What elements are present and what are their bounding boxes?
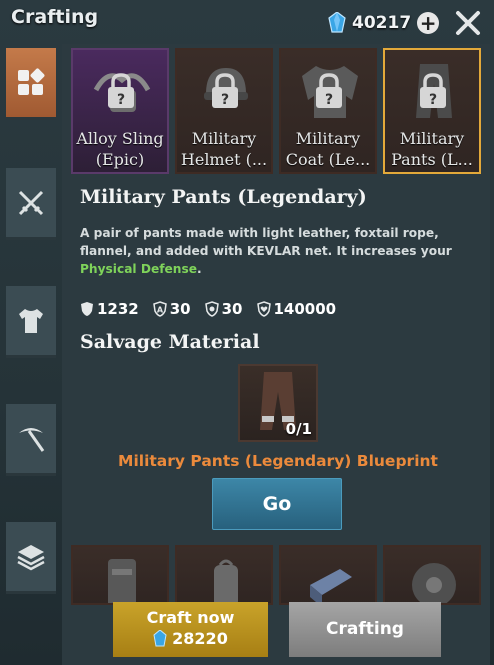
stat-value: 1232 bbox=[97, 300, 139, 318]
item-card-round-shield[interactable] bbox=[383, 545, 481, 605]
tab-all-categories[interactable] bbox=[6, 48, 56, 120]
item-label-line2: Helmet (... bbox=[180, 150, 268, 169]
craft-now-label: Craft now bbox=[146, 608, 235, 627]
item-label-line1: Military bbox=[399, 129, 465, 148]
plus-circle-icon[interactable]: + bbox=[417, 12, 440, 34]
item-label: Military Pants (L... bbox=[385, 128, 479, 170]
description-highlight: Physical Defense bbox=[80, 262, 198, 276]
tab-clothing[interactable] bbox=[6, 286, 56, 358]
currency-display: 40217 + bbox=[328, 10, 440, 36]
item-card-backpack[interactable] bbox=[175, 545, 273, 605]
description-text: A pair of pants made with light leather,… bbox=[80, 226, 452, 258]
lock-icon: ? bbox=[108, 73, 134, 108]
close-x-icon[interactable] bbox=[455, 10, 481, 36]
stat-durability: 140000 bbox=[256, 300, 337, 318]
pickaxe-icon bbox=[19, 427, 45, 452]
snowflake-shield-icon bbox=[204, 301, 219, 317]
item-label-line1: Military bbox=[191, 129, 257, 148]
item-label-line2: (Epic) bbox=[95, 150, 145, 169]
item-label-line1: Military bbox=[295, 129, 361, 148]
item-stats: 1232 A 30 30 140000 bbox=[80, 300, 350, 318]
tab-tools[interactable] bbox=[6, 404, 56, 476]
heart-shield-icon bbox=[256, 301, 271, 317]
shield-icon bbox=[81, 302, 93, 316]
crafting-window: Crafting 40217 + ? Alloy Sling (Epic) ? … bbox=[0, 0, 494, 665]
armor-a-icon: A bbox=[152, 301, 167, 317]
backpack-icon bbox=[214, 559, 238, 603]
svg-text:?: ? bbox=[325, 92, 333, 108]
blue-crystal-icon bbox=[153, 630, 167, 647]
item-label-line1: Alloy Sling bbox=[76, 129, 164, 148]
tshirt-icon bbox=[19, 308, 43, 333]
item-card-armor-vest[interactable] bbox=[71, 545, 169, 605]
material-count: 0/1 bbox=[285, 420, 312, 438]
shield-round-icon bbox=[412, 563, 456, 603]
description-end: . bbox=[197, 262, 202, 276]
go-button[interactable]: Go bbox=[212, 478, 342, 530]
item-label: Alloy Sling (Epic) bbox=[73, 128, 167, 170]
category-sidebar bbox=[6, 48, 56, 604]
item-card-alloy-sling[interactable]: ? Alloy Sling (Epic) bbox=[71, 48, 169, 174]
tab-materials[interactable] bbox=[6, 522, 56, 594]
item-description: A pair of pants made with light leather,… bbox=[80, 224, 480, 278]
blue-crystal-icon bbox=[328, 12, 346, 33]
currency-value: 40217 bbox=[352, 13, 412, 33]
item-label: Military Helmet (... bbox=[177, 128, 271, 170]
lock-icon: ? bbox=[212, 73, 238, 108]
craft-now-button[interactable]: Craft now 28220 bbox=[113, 602, 268, 657]
armor-vest-icon bbox=[108, 559, 136, 603]
stat-value: 30 bbox=[221, 300, 243, 318]
stat-physical-defense: 1232 bbox=[80, 300, 139, 318]
salvage-material-title: Salvage Material bbox=[80, 331, 260, 353]
stat-armor: A 30 bbox=[152, 300, 191, 318]
svg-text:?: ? bbox=[117, 92, 125, 108]
craft-cost-value: 28220 bbox=[172, 629, 228, 648]
tab-weapons[interactable] bbox=[6, 168, 56, 240]
item-card-military-helmet[interactable]: ? Military Helmet (... bbox=[175, 48, 273, 174]
svg-text:?: ? bbox=[221, 92, 229, 108]
item-label-line2: Pants (L... bbox=[391, 150, 473, 169]
blueprint-name: Military Pants (Legendary) Blueprint bbox=[118, 452, 438, 470]
brick-icon bbox=[310, 569, 352, 603]
lock-icon: ? bbox=[420, 73, 446, 108]
lock-icon: ? bbox=[316, 73, 342, 108]
item-detail-title: Military Pants (Legendary) bbox=[80, 186, 367, 208]
grid-squares-icon bbox=[18, 68, 45, 95]
item-card-brick[interactable] bbox=[279, 545, 377, 605]
craft-cost: 28220 bbox=[113, 629, 268, 648]
salvage-material-slot[interactable]: 0/1 bbox=[238, 364, 318, 442]
stat-value: 30 bbox=[169, 300, 191, 318]
item-card-military-coat[interactable]: ? Military Coat (Le... bbox=[279, 48, 377, 174]
item-label: Military Coat (Le... bbox=[281, 128, 375, 170]
crafting-button[interactable]: Crafting bbox=[289, 602, 441, 657]
svg-text:A: A bbox=[157, 306, 164, 315]
svg-text:?: ? bbox=[429, 92, 437, 108]
crossed-swords-icon bbox=[18, 190, 44, 215]
stat-cold-resist: 30 bbox=[204, 300, 243, 318]
stat-value: 140000 bbox=[273, 300, 337, 318]
window-title: Crafting bbox=[11, 6, 99, 28]
layers-icon bbox=[17, 544, 45, 570]
item-label-line2: Coat (Le... bbox=[285, 150, 371, 169]
item-card-military-pants[interactable]: ? Military Pants (L... bbox=[383, 48, 481, 174]
